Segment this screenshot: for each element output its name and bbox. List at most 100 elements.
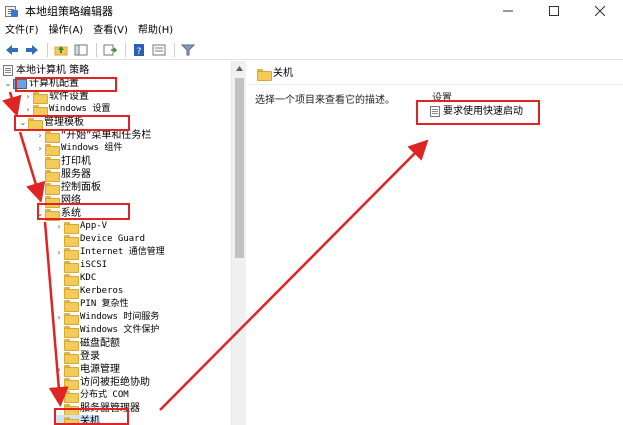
forward-button[interactable] <box>23 42 41 58</box>
tree-item-system-child[interactable]: Device Guard <box>54 233 146 247</box>
chevron-right-icon[interactable]: › <box>35 183 45 193</box>
tree-label: iSCSI <box>80 260 108 270</box>
minimize-icon <box>503 10 513 12</box>
folder-icon <box>64 351 79 364</box>
folder-icon <box>45 130 60 143</box>
tree-scrollbar[interactable] <box>231 61 246 425</box>
folder-icon <box>64 286 79 299</box>
tree-item-system-child[interactable]: Kerberos <box>54 285 124 299</box>
tree-item-system-child[interactable]: › Windows 时间服务 <box>54 311 160 325</box>
chevron-right-icon[interactable]: › <box>35 131 45 141</box>
properties-button[interactable] <box>150 42 168 58</box>
tree-label: 访问被拒绝协助 <box>80 377 150 388</box>
tree-label: Windows 时间服务 <box>80 312 160 322</box>
chevron-right-icon[interactable]: › <box>54 313 64 323</box>
details-header: 关机 <box>247 63 623 85</box>
tree-item-control-panel[interactable]: › 控制面板 <box>35 181 101 195</box>
folder-icon <box>64 221 79 234</box>
folder-icon <box>64 390 79 403</box>
details-title: 关机 <box>273 68 293 79</box>
help-button[interactable]: ? <box>130 42 148 58</box>
description-prompt: 选择一个项目来查看它的描述。 <box>255 95 395 106</box>
tree-label: Kerberos <box>80 286 124 296</box>
export-button[interactable] <box>101 42 119 58</box>
tree-item-system-child[interactable]: 磁盘配额 <box>54 337 120 351</box>
tree-label: 磁盘配额 <box>80 338 120 349</box>
menu-action[interactable]: 操作(A) <box>44 22 89 40</box>
tree-label: Windows 文件保护 <box>80 325 160 335</box>
folder-icon <box>64 325 79 338</box>
tree-item-system-child[interactable]: KDC <box>54 272 97 286</box>
chevron-right-icon[interactable]: › <box>54 365 64 375</box>
menu-bar: 文件(F) 操作(A) 查看(V) 帮助(H) <box>0 22 623 40</box>
tree-label: Device Guard <box>80 234 146 244</box>
folder-icon <box>45 156 60 169</box>
export-icon <box>103 44 117 55</box>
annotation-box-system <box>37 203 130 220</box>
annotation-box-computer-config <box>15 77 117 92</box>
filter-button[interactable] <box>179 42 197 58</box>
back-arrow-icon <box>6 44 18 55</box>
folder-icon <box>64 312 79 325</box>
folder-icon <box>64 273 79 286</box>
folder-icon <box>64 234 79 247</box>
folder-icon <box>64 299 79 312</box>
chevron-down-icon[interactable]: ⌄ <box>3 79 13 89</box>
tree-item-windows-components[interactable]: › Windows 组件 <box>35 142 122 156</box>
tree-item-printers[interactable]: 打印机 <box>35 155 91 169</box>
scroll-up-arrow-icon[interactable] <box>235 64 244 73</box>
forward-arrow-icon <box>26 44 38 55</box>
tree-item-system-child[interactable]: Windows 文件保护 <box>54 324 160 338</box>
folder-icon <box>33 91 48 104</box>
folder-icon <box>45 182 60 195</box>
chevron-right-icon[interactable]: › <box>54 222 64 232</box>
tree-item-system-child[interactable]: 访问被拒绝协助 <box>54 376 150 390</box>
back-button[interactable] <box>3 42 21 58</box>
menu-file[interactable]: 文件(F) <box>0 22 44 40</box>
folder-icon <box>64 247 79 260</box>
chevron-right-icon[interactable]: › <box>54 248 64 258</box>
tree-label: 本地计算机 策略 <box>16 65 90 76</box>
tree-label: 打印机 <box>61 156 91 167</box>
scroll-thumb[interactable] <box>235 78 244 258</box>
tree-label: 电源管理 <box>80 364 120 375</box>
toolbar-separator <box>47 42 48 57</box>
tree-item-system-child[interactable]: › App-V <box>54 220 107 234</box>
tree-item-server[interactable]: 服务器 <box>35 168 91 182</box>
annotation-box-admin-templates <box>14 115 130 131</box>
chevron-right-icon[interactable]: › <box>35 144 45 154</box>
tree-item-root[interactable]: 本地计算机 策略 <box>3 64 89 77</box>
menu-view[interactable]: 查看(V) <box>88 22 133 40</box>
show-hide-tree-button[interactable] <box>72 42 90 58</box>
chevron-right-icon[interactable]: › <box>23 92 33 102</box>
folder-icon <box>64 377 79 390</box>
tree-label: 登录 <box>80 351 100 362</box>
folder-icon <box>64 260 79 273</box>
tree-label: 分布式 COM <box>80 390 129 400</box>
tree-item-system-child[interactable]: iSCSI <box>54 259 108 273</box>
tree-label: KDC <box>80 273 97 283</box>
tree-item-system-child[interactable]: › Internet 通信管理 <box>54 246 165 260</box>
minimize-button[interactable] <box>485 0 531 22</box>
up-folder-icon <box>54 45 68 55</box>
tree-item-system-child[interactable]: 登录 <box>54 350 100 364</box>
tree-item-system-child[interactable]: PIN 复杂性 <box>54 298 129 312</box>
tree-item-system-child[interactable]: › 电源管理 <box>54 363 120 377</box>
tree-label: Internet 通信管理 <box>80 247 165 257</box>
maximize-button[interactable] <box>531 0 577 22</box>
tree-item-system-child[interactable]: 分布式 COM <box>54 389 129 403</box>
close-icon <box>595 6 605 16</box>
policy-doc-icon <box>3 65 13 76</box>
chevron-right-icon[interactable]: › <box>23 105 33 115</box>
up-folder-button[interactable] <box>52 42 70 58</box>
close-button[interactable] <box>577 0 623 22</box>
folder-icon <box>64 338 79 351</box>
menu-help[interactable]: 帮助(H) <box>133 22 178 40</box>
